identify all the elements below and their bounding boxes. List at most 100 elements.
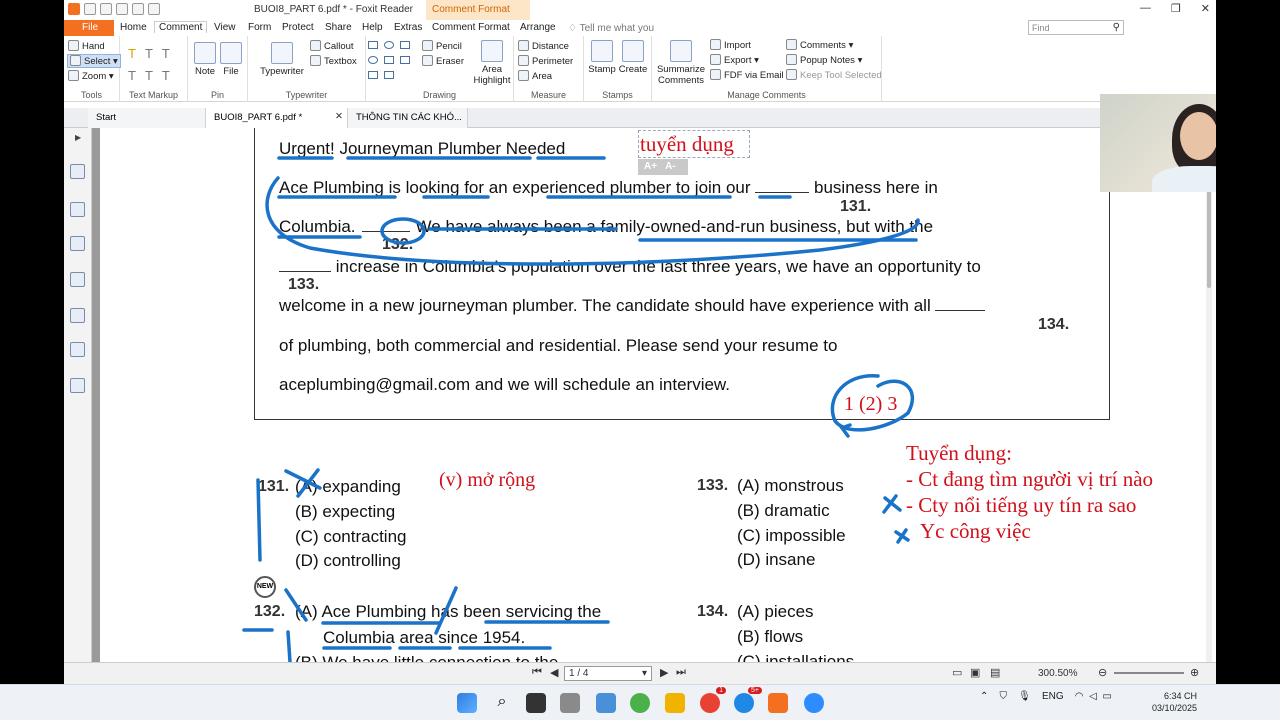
browser-icon[interactable]: [630, 693, 650, 713]
page-thumbnail-icon[interactable]: [70, 164, 85, 179]
minimize-icon[interactable]: —: [1140, 2, 1151, 15]
comments-dropdown[interactable]: Comments ▾: [786, 39, 853, 51]
tab-comment[interactable]: Comment: [154, 21, 208, 33]
markup-row-1[interactable]: TTT: [128, 46, 179, 61]
print-icon[interactable]: [116, 3, 128, 15]
tab-help[interactable]: Help: [362, 22, 383, 33]
area-button[interactable]: Area: [518, 70, 552, 82]
last-page-icon[interactable]: ⏭: [676, 666, 686, 679]
chrome-icon[interactable]: 1: [700, 687, 726, 713]
pencil-button[interactable]: Pencil: [422, 40, 462, 52]
zoom-slider[interactable]: [1114, 672, 1184, 674]
wifi-icon[interactable]: ◠: [1075, 691, 1084, 702]
tab-comment-format[interactable]: Comment Format: [432, 22, 510, 33]
pdf-page-view[interactable]: Urgent! Journeyman Plumber Needed tuyển …: [100, 128, 1206, 662]
shape-row-1[interactable]: [368, 41, 416, 52]
next-page-icon[interactable]: ▶: [660, 666, 668, 679]
attachment-icon[interactable]: [70, 308, 85, 323]
tab-arrange[interactable]: Arrange: [520, 22, 556, 33]
expand-panel-icon[interactable]: ▶: [75, 133, 81, 142]
arrow-icon[interactable]: [400, 56, 410, 64]
tab-info-document[interactable]: THÔNG TIN CÁC KHÓ...: [348, 108, 468, 128]
foxit-taskbar-icon[interactable]: [768, 693, 788, 713]
note-button[interactable]: Note: [194, 42, 216, 77]
create-stamp-button[interactable]: Create: [618, 40, 648, 75]
file-explorer-icon[interactable]: [665, 693, 685, 713]
import-button[interactable]: Import: [710, 39, 751, 51]
close-tab-icon[interactable]: ✕: [335, 111, 343, 122]
find-input[interactable]: Find ⚲: [1028, 20, 1124, 35]
clock[interactable]: 6:34 CH 03/10/2025: [1152, 690, 1197, 714]
vertical-scrollbar[interactable]: [1206, 128, 1212, 662]
tab-extras[interactable]: Extras: [394, 22, 422, 33]
cloud-icon[interactable]: [368, 56, 378, 64]
layers-icon[interactable]: [70, 236, 85, 251]
battery-icon[interactable]: ▭: [1102, 691, 1111, 702]
file-attach-button[interactable]: File: [220, 42, 242, 77]
ink-annotations[interactable]: [100, 128, 1206, 662]
zoom-tool[interactable]: Zoom ▾: [68, 70, 114, 82]
comments-panel-icon[interactable]: [70, 272, 85, 287]
tab-current-document[interactable]: BUOI8_PART 6.pdf * ✕: [206, 108, 348, 128]
pages-icon[interactable]: [70, 202, 85, 217]
eraser-button[interactable]: Eraser: [422, 55, 464, 67]
textbox-button[interactable]: Textbox: [310, 55, 357, 67]
polyline-icon[interactable]: [384, 71, 394, 79]
pentagon-icon[interactable]: [368, 71, 378, 79]
facing-page-icon[interactable]: ▤: [990, 666, 1000, 679]
shield-icon[interactable]: ⛉: [1000, 691, 1008, 702]
shape-row-3[interactable]: [368, 71, 400, 82]
zoom-in-icon[interactable]: ⊕: [1190, 666, 1199, 679]
undo-icon[interactable]: [132, 3, 144, 15]
close-icon[interactable]: ✕: [1201, 2, 1210, 15]
select-tool[interactable]: Select ▾: [67, 54, 121, 68]
signature-icon[interactable]: [70, 378, 85, 393]
tab-home[interactable]: Home: [120, 22, 147, 33]
highlight-icon[interactable]: T: [128, 46, 145, 61]
area-highlight-button[interactable]: Area Highlight: [472, 40, 512, 86]
redo-icon[interactable]: [148, 3, 160, 15]
hand-tool[interactable]: Hand: [68, 40, 105, 52]
open-icon[interactable]: [84, 3, 96, 15]
lock-icon[interactable]: [70, 342, 85, 357]
search-icon[interactable]: ⚲: [1113, 22, 1120, 33]
popup-notes-dropdown[interactable]: Popup Notes ▾: [786, 54, 862, 66]
tab-view[interactable]: View: [214, 22, 236, 33]
page-number-input[interactable]: 1 / 4 ▾: [564, 666, 652, 681]
callout-button[interactable]: Callout: [310, 40, 354, 52]
first-page-icon[interactable]: ⏮: [532, 666, 542, 679]
summarize-comments-button[interactable]: Summarize Comments: [656, 40, 706, 86]
line-icon[interactable]: [384, 56, 394, 64]
save-icon[interactable]: [100, 3, 112, 15]
shape-row-2[interactable]: [368, 56, 416, 67]
single-page-icon[interactable]: ▭: [952, 666, 962, 679]
export-button[interactable]: Export ▾: [710, 54, 759, 66]
panel-divider[interactable]: [92, 128, 100, 662]
perimeter-button[interactable]: Perimeter: [518, 55, 573, 67]
zoom-out-icon[interactable]: ⊖: [1098, 666, 1107, 679]
snipping-tool-icon[interactable]: [560, 693, 580, 713]
tell-me-search[interactable]: ♢ Tell me what you: [568, 23, 654, 34]
zoom-level[interactable]: 300.50%: [1038, 668, 1077, 679]
stamp-button[interactable]: Stamp: [588, 40, 616, 75]
prev-page-icon[interactable]: ◀: [550, 666, 558, 679]
task-view-icon[interactable]: [526, 693, 546, 713]
zalo-icon[interactable]: 5+: [734, 687, 762, 713]
tab-start[interactable]: Start: [88, 108, 206, 128]
language-indicator[interactable]: ENG: [1042, 691, 1064, 702]
keep-tool-selected[interactable]: Keep Tool Selected: [786, 69, 882, 81]
app-icon[interactable]: [596, 693, 616, 713]
markup-row-2[interactable]: TTT: [128, 68, 179, 83]
tab-share[interactable]: Share: [325, 22, 352, 33]
windows-start-icon[interactable]: [457, 693, 477, 713]
zoom-app-icon[interactable]: [804, 693, 824, 713]
fdf-email-button[interactable]: FDF via Email: [710, 69, 784, 81]
tab-form[interactable]: Form: [248, 22, 271, 33]
polygon-icon[interactable]: [400, 41, 410, 49]
chevron-up-icon[interactable]: ⌃: [980, 691, 988, 702]
scrollbar-thumb[interactable]: [1207, 188, 1211, 288]
search-icon[interactable]: ⌕: [492, 693, 512, 713]
restore-icon[interactable]: ❐: [1171, 2, 1181, 15]
oval-icon[interactable]: [384, 41, 394, 49]
microphone-icon[interactable]: 🎙: [1018, 691, 1031, 702]
